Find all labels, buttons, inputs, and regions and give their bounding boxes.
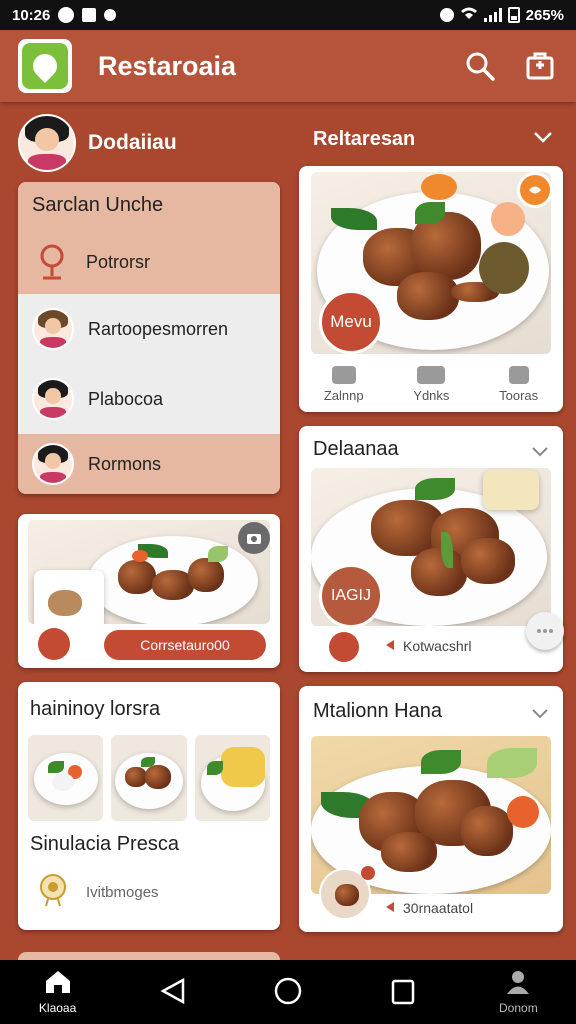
app-logo[interactable] [18,39,72,93]
dish-title: Mtalionn Hana [313,700,442,722]
section-title: Reltaresan [313,127,416,150]
location-pin-icon [32,242,72,282]
promo-card[interactable]: Corrsetauro00 [18,514,280,668]
menu-item-location[interactable]: Potrorsr [32,227,266,297]
cart-icon[interactable] [522,48,558,84]
dish-action[interactable]: Kotwacshrl [385,638,471,654]
left-column: Dodaiiau Sarclan Unche Potrorsr Rartoope… [18,108,280,930]
menu-card: Sarclan Unche Potrorsr Rartoopesmorren P… [18,182,280,494]
chef-hat-icon [36,872,70,913]
right-column: Reltaresan Mevu Zalnnp Ydnks Tooras Dela… [299,108,563,932]
dish-card[interactable]: Mtalionn Hana 30rnaatatol [299,686,563,932]
menu-item-label: Potrorsr [86,251,151,272]
menu-item-label: Rartoopesmorren [88,318,229,339]
send-icon [385,900,395,916]
status-time: 10:26 [12,6,51,24]
stat-item: Ydnks [413,366,449,403]
battery-level: 265% [525,6,564,24]
notification-icon [58,7,75,23]
menu-badge[interactable]: Mevu [319,290,383,354]
home-icon [44,969,72,998]
food-thumbnail[interactable] [194,735,270,821]
send-icon [385,638,395,654]
chevron-down-icon[interactable] [533,130,553,148]
recipe-card-subtitle: Sinulacia Presca [30,833,179,855]
nav-recents[interactable] [363,977,443,1008]
status-dot [361,866,375,880]
menu-item-1[interactable]: Rartoopesmorren [18,294,280,364]
settings-notification-icon [104,9,117,21]
app-title: Restaroaia [98,50,237,81]
truck-icon [331,366,356,384]
partial-card [18,952,280,960]
signal-icon [483,8,502,22]
menu-item-2[interactable]: Plabocoa [18,364,280,434]
avatar [32,443,74,485]
app-notification-icon [82,8,97,22]
menu-title: Sarclan Unche [32,194,164,216]
profile-header[interactable]: Dodaiiau [18,108,280,178]
status-dot [38,628,70,660]
chevron-down-icon[interactable] [531,444,549,462]
chevron-down-icon[interactable] [531,706,549,724]
chat-fab[interactable] [526,612,564,650]
recipe-card[interactable]: haininoy lorsra Sinulacia Presca Ivitbmo… [18,682,280,930]
battery-icon [507,7,520,23]
food-thumbnail[interactable] [111,735,187,821]
back-icon [159,977,187,1008]
dish-action[interactable]: 30rnaatatol [385,900,473,916]
alarm-icon [439,8,454,22]
menu-item-label: Plabocoa [88,388,164,409]
app-bar: Restaroaia [0,30,576,102]
profile-icon [505,969,531,998]
section-header[interactable]: Reltaresan [299,108,563,166]
dish-card[interactable]: Mevu Zalnnp Ydnks Tooras [299,166,563,412]
steps-icon [417,366,446,384]
avatar [18,114,76,172]
dish-title: Delaanaa [313,438,399,460]
menu-item-3[interactable]: Rormons [18,434,280,494]
stat-item: Zalnnp [324,366,364,403]
avatar [32,378,74,420]
promo-button[interactable]: Corrsetauro00 [104,630,266,660]
status-bar: 10:26 265% [0,0,576,30]
camera-icon[interactable] [238,522,270,554]
recents-icon [390,977,416,1008]
recipe-card-title: haininoy lorsra [30,698,161,720]
dish-badge[interactable]: IAGIJ [319,564,383,628]
nav-home[interactable]: Klaoaa [18,969,98,1015]
bottom-nav: Klaoaa Donom [0,960,576,1024]
home-circle-icon [273,976,303,1009]
food-image [28,520,270,624]
avatar [32,308,74,350]
status-dot [329,632,359,662]
dish-card[interactable]: Delaanaa IAGIJ Kotwacshrl [299,426,563,672]
profile-name: Dodaiiau [88,131,177,154]
search-icon[interactable] [462,48,498,84]
badge-icon[interactable] [517,172,553,208]
nav-back[interactable] [133,977,213,1008]
wifi-icon [460,6,478,24]
recipe-footer-label: Ivitbmoges [86,884,159,901]
stat-item: Tooras [499,366,538,403]
menu-item-label: Rormons [88,453,162,474]
tools-icon [508,366,529,384]
nav-profile[interactable]: Donom [478,969,558,1015]
nav-home-circle[interactable] [248,976,328,1009]
food-thumbnail[interactable] [28,735,104,821]
